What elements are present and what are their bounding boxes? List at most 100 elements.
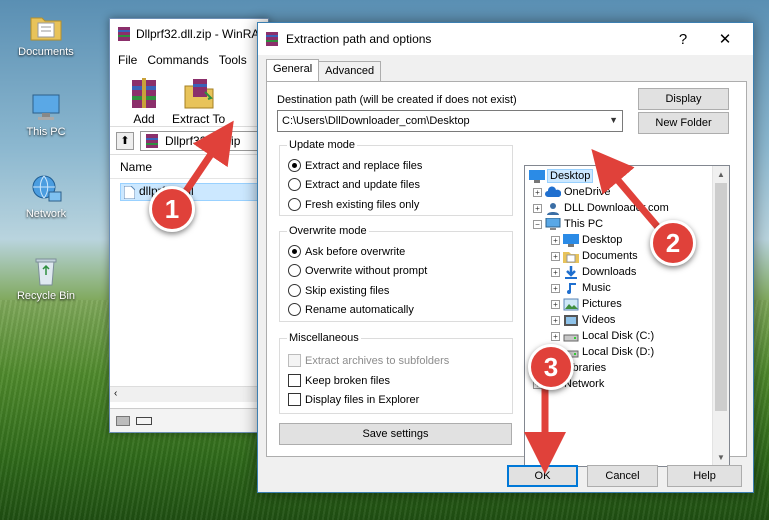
- tab-general[interactable]: General: [266, 59, 320, 81]
- add-button[interactable]: Add: [124, 76, 164, 126]
- user-folder-icon: [545, 202, 561, 215]
- folder-tree[interactable]: Desktop + OneDrive + DLL Downloader.com …: [524, 165, 730, 467]
- tree-item-label: Desktop: [582, 234, 623, 246]
- dialog-titlebar[interactable]: Extraction path and options ? ✕: [258, 23, 753, 55]
- expand-icon[interactable]: +: [551, 283, 560, 293]
- tree-item-desktop[interactable]: + Desktop: [551, 232, 622, 248]
- dialog-title: Extraction path and options: [286, 32, 432, 46]
- radio-overwrite-without-prompt[interactable]: Overwrite without prompt: [288, 264, 427, 277]
- expand-icon[interactable]: +: [551, 235, 560, 245]
- downloads-folder-icon: [563, 265, 579, 279]
- help-button[interactable]: Help: [667, 465, 742, 487]
- tab-advanced[interactable]: Advanced: [318, 61, 382, 81]
- radio-indicator: [288, 284, 301, 297]
- cancel-button[interactable]: Cancel: [587, 465, 658, 487]
- help-icon: ?: [678, 30, 688, 48]
- desktop-icon-documents[interactable]: Documents: [8, 12, 84, 58]
- computer-icon: [29, 92, 63, 122]
- desktop-icon-label: Network: [25, 208, 67, 220]
- update-mode-group: Update mode Extract and replace files Ex…: [279, 139, 513, 216]
- winrar-titlebar[interactable]: Dllprf32.dll.zip - WinRAR: [110, 19, 268, 49]
- expand-icon[interactable]: +: [533, 203, 542, 213]
- tree-item-dll-downloader[interactable]: + DLL Downloader.com: [533, 200, 669, 216]
- expand-icon[interactable]: +: [551, 331, 560, 341]
- checkbox-extract-subfolders: Extract archives to subfolders: [288, 354, 449, 367]
- checkbox-indicator: [288, 354, 301, 367]
- tree-item-desktop-root[interactable]: Desktop: [529, 168, 594, 184]
- expand-icon[interactable]: +: [551, 299, 560, 309]
- scroll-down-icon[interactable]: ▼: [713, 449, 729, 466]
- menu-tools[interactable]: Tools: [219, 53, 247, 67]
- destination-path-value: C:\Users\DllDownloader_com\Desktop: [282, 115, 470, 127]
- tree-item-documents[interactable]: + Documents: [551, 248, 638, 264]
- archive-path-field[interactable]: Dllprf32.dll.zip: [140, 130, 268, 151]
- collapse-icon[interactable]: −: [533, 219, 542, 229]
- close-button[interactable]: ✕: [705, 23, 745, 55]
- scroll-thumb[interactable]: [715, 183, 727, 411]
- radio-rename-automatically[interactable]: Rename automatically: [288, 303, 414, 316]
- tree-item-local-disk-c[interactable]: + Local Disk (C:): [551, 328, 654, 344]
- desktop-icon-label: This PC: [26, 126, 66, 138]
- tree-item-videos[interactable]: + Videos: [551, 312, 615, 328]
- scroll-up-icon[interactable]: ▲: [713, 166, 729, 183]
- close-icon: ✕: [718, 31, 732, 48]
- destination-path-combo[interactable]: C:\Users\DllDownloader_com\Desktop ▼: [277, 110, 623, 132]
- column-header-name[interactable]: Name: [110, 155, 268, 179]
- music-folder-icon: [563, 282, 579, 295]
- menu-commands[interactable]: Commands: [147, 53, 208, 67]
- checkbox-display-in-explorer[interactable]: Display files in Explorer: [288, 393, 419, 406]
- radio-indicator: [288, 198, 301, 211]
- winrar-toolbar: Add Extract To: [110, 71, 268, 127]
- step-badge-3: 3: [528, 344, 574, 390]
- tree-item-onedrive[interactable]: + OneDrive: [533, 184, 610, 200]
- overwrite-mode-title: Overwrite mode: [287, 225, 369, 237]
- onedrive-cloud-icon: [545, 185, 562, 199]
- expand-icon[interactable]: +: [551, 251, 560, 261]
- checkbox-indicator: [288, 374, 301, 387]
- network-icon: [29, 174, 63, 204]
- radio-skip-existing[interactable]: Skip existing files: [288, 284, 389, 297]
- help-title-button[interactable]: ?: [663, 23, 703, 55]
- drive-icon: [563, 330, 579, 343]
- horizontal-scrollbar[interactable]: ‹: [110, 386, 268, 402]
- radio-extract-update[interactable]: Extract and update files: [288, 178, 420, 191]
- tree-item-label: Videos: [582, 314, 616, 326]
- new-folder-button[interactable]: New Folder: [638, 112, 729, 134]
- dialog-tabs: General Advanced: [266, 59, 382, 81]
- desktop-icon-this-pc[interactable]: This PC: [8, 92, 84, 138]
- expand-icon[interactable]: +: [551, 267, 560, 277]
- destination-path-label: Destination path (will be created if doe…: [277, 94, 517, 106]
- radio-fresh-existing[interactable]: Fresh existing files only: [288, 198, 419, 211]
- expand-icon[interactable]: +: [551, 315, 560, 325]
- tree-item-pictures[interactable]: + Pictures: [551, 296, 622, 312]
- scroll-left-icon: ‹: [114, 388, 118, 399]
- tree-item-label: Local Disk (C:): [582, 330, 655, 342]
- expand-icon[interactable]: +: [533, 187, 542, 197]
- tree-item-label: This PC: [564, 218, 604, 230]
- tree-vertical-scrollbar[interactable]: ▲ ▼: [712, 166, 729, 466]
- key-status-icon: [136, 416, 152, 425]
- radio-extract-replace[interactable]: Extract and replace files: [288, 159, 422, 172]
- tree-item-this-pc[interactable]: − This PC: [533, 216, 603, 232]
- desktop-icon-network[interactable]: Network: [8, 174, 84, 220]
- ok-button[interactable]: OK: [507, 465, 578, 487]
- save-settings-button[interactable]: Save settings: [279, 423, 512, 445]
- recycle-bin-icon: [29, 256, 63, 286]
- desktop-icon-label: Recycle Bin: [16, 290, 76, 302]
- step-badge-1: 1: [149, 186, 195, 232]
- winrar-pathbar: ⬆ Dllprf32.dll.zip: [110, 127, 268, 155]
- tree-item-label: Downloads: [582, 266, 637, 278]
- checkbox-indicator: [288, 393, 301, 406]
- tree-item-downloads[interactable]: + Downloads: [551, 264, 636, 280]
- radio-label: Extract and replace files: [305, 159, 423, 172]
- up-folder-button[interactable]: ⬆: [116, 131, 134, 150]
- menu-file[interactable]: File: [118, 53, 137, 67]
- radio-ask-before-overwrite[interactable]: Ask before overwrite: [288, 245, 405, 258]
- display-button[interactable]: Display: [638, 88, 729, 110]
- radio-indicator: [288, 264, 301, 277]
- tree-item-music[interactable]: + Music: [551, 280, 611, 296]
- desktop-icon-recycle-bin[interactable]: Recycle Bin: [8, 256, 84, 302]
- documents-folder-icon: [29, 12, 63, 42]
- checkbox-keep-broken-files[interactable]: Keep broken files: [288, 374, 390, 387]
- extract-to-button[interactable]: Extract To: [172, 76, 225, 126]
